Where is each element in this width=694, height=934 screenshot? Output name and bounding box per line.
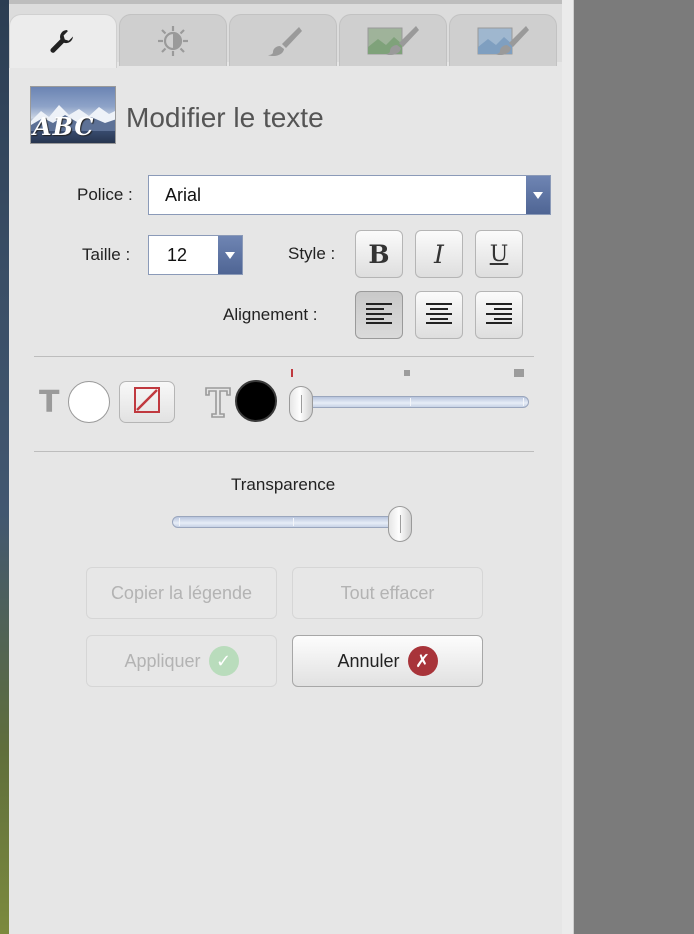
background-image-edge [0, 0, 9, 934]
slider-tick [179, 518, 180, 526]
font-value: Arial [165, 184, 202, 205]
align-left-icon [366, 301, 392, 330]
slider-grip [301, 395, 302, 413]
underline-button[interactable]: U [475, 230, 523, 278]
image-brush-icon [366, 23, 420, 59]
size-label: Taille : [82, 245, 131, 264]
tool-tab-bar [9, 0, 562, 68]
apply-label: Appliquer [124, 650, 201, 671]
text-color-swatch[interactable] [235, 380, 277, 422]
text-editor-panel: ABC Modifier le texte Police : Arial Tai… [9, 0, 562, 934]
style-label: Style : [288, 244, 336, 263]
align-center-button[interactable] [415, 291, 463, 339]
italic-button[interactable]: I [415, 230, 463, 278]
panel-scroll-gutter [562, 0, 574, 934]
background-text-icon: T [39, 385, 60, 420]
chevron-down-icon[interactable] [526, 176, 550, 214]
image-brush-blue-icon [476, 23, 530, 59]
text-tool-thumbnail: ABC [30, 86, 116, 144]
size-select[interactable]: 12 [148, 235, 243, 275]
transparency-label: Transparence [231, 475, 336, 494]
align-right-button[interactable] [475, 291, 523, 339]
align-center-icon [426, 301, 452, 330]
image-canvas-area [574, 0, 694, 934]
page-title: Modifier le texte [126, 102, 324, 133]
transparency-slider[interactable] [172, 516, 409, 528]
slider-mark-max [514, 369, 524, 377]
align-left-button[interactable] [355, 291, 403, 339]
apply-button[interactable]: Appliquer ✓ [86, 635, 277, 687]
align-right-icon [486, 301, 512, 330]
close-icon: ✗ [407, 646, 438, 676]
slider-grip [400, 515, 401, 533]
clear-all-button[interactable]: Tout effacer [292, 567, 483, 619]
text-size-slider-thumb[interactable] [289, 386, 313, 422]
chevron-down-icon[interactable] [218, 236, 242, 274]
no-color-button[interactable] [119, 381, 175, 423]
slider-tick [523, 398, 524, 406]
font-label: Police : [77, 185, 133, 204]
bold-button[interactable]: B [355, 230, 403, 278]
size-value: 12 [167, 244, 188, 265]
divider [34, 356, 534, 357]
text-size-slider[interactable] [292, 396, 529, 408]
brightness-icon [156, 24, 190, 58]
wrench-icon [48, 27, 78, 57]
slider-tick [293, 518, 294, 526]
text-color-icon [205, 386, 231, 423]
slider-mark-mid [404, 370, 410, 376]
cancel-button[interactable]: Annuler ✗ [292, 635, 483, 687]
slider-tick [410, 398, 411, 406]
tab-image-brush-blue[interactable] [449, 14, 557, 66]
transparency-slider-thumb[interactable] [388, 506, 412, 542]
font-select[interactable]: Arial [148, 175, 551, 215]
background-color-swatch[interactable] [68, 381, 110, 423]
tab-brush[interactable] [229, 14, 337, 66]
no-color-icon [133, 386, 161, 419]
thumbnail-text: ABC [33, 112, 95, 141]
tab-image-brush[interactable] [339, 14, 447, 66]
divider [34, 451, 534, 452]
alignment-label: Alignement : [223, 305, 318, 324]
slider-mark-min [291, 369, 293, 377]
checkmark-icon: ✓ [208, 646, 239, 676]
tab-brightness[interactable] [119, 14, 227, 66]
brush-icon [263, 24, 303, 58]
cancel-label: Annuler [337, 650, 400, 671]
tab-text-tools[interactable] [9, 14, 117, 68]
copy-caption-button[interactable]: Copier la légende [86, 567, 277, 619]
